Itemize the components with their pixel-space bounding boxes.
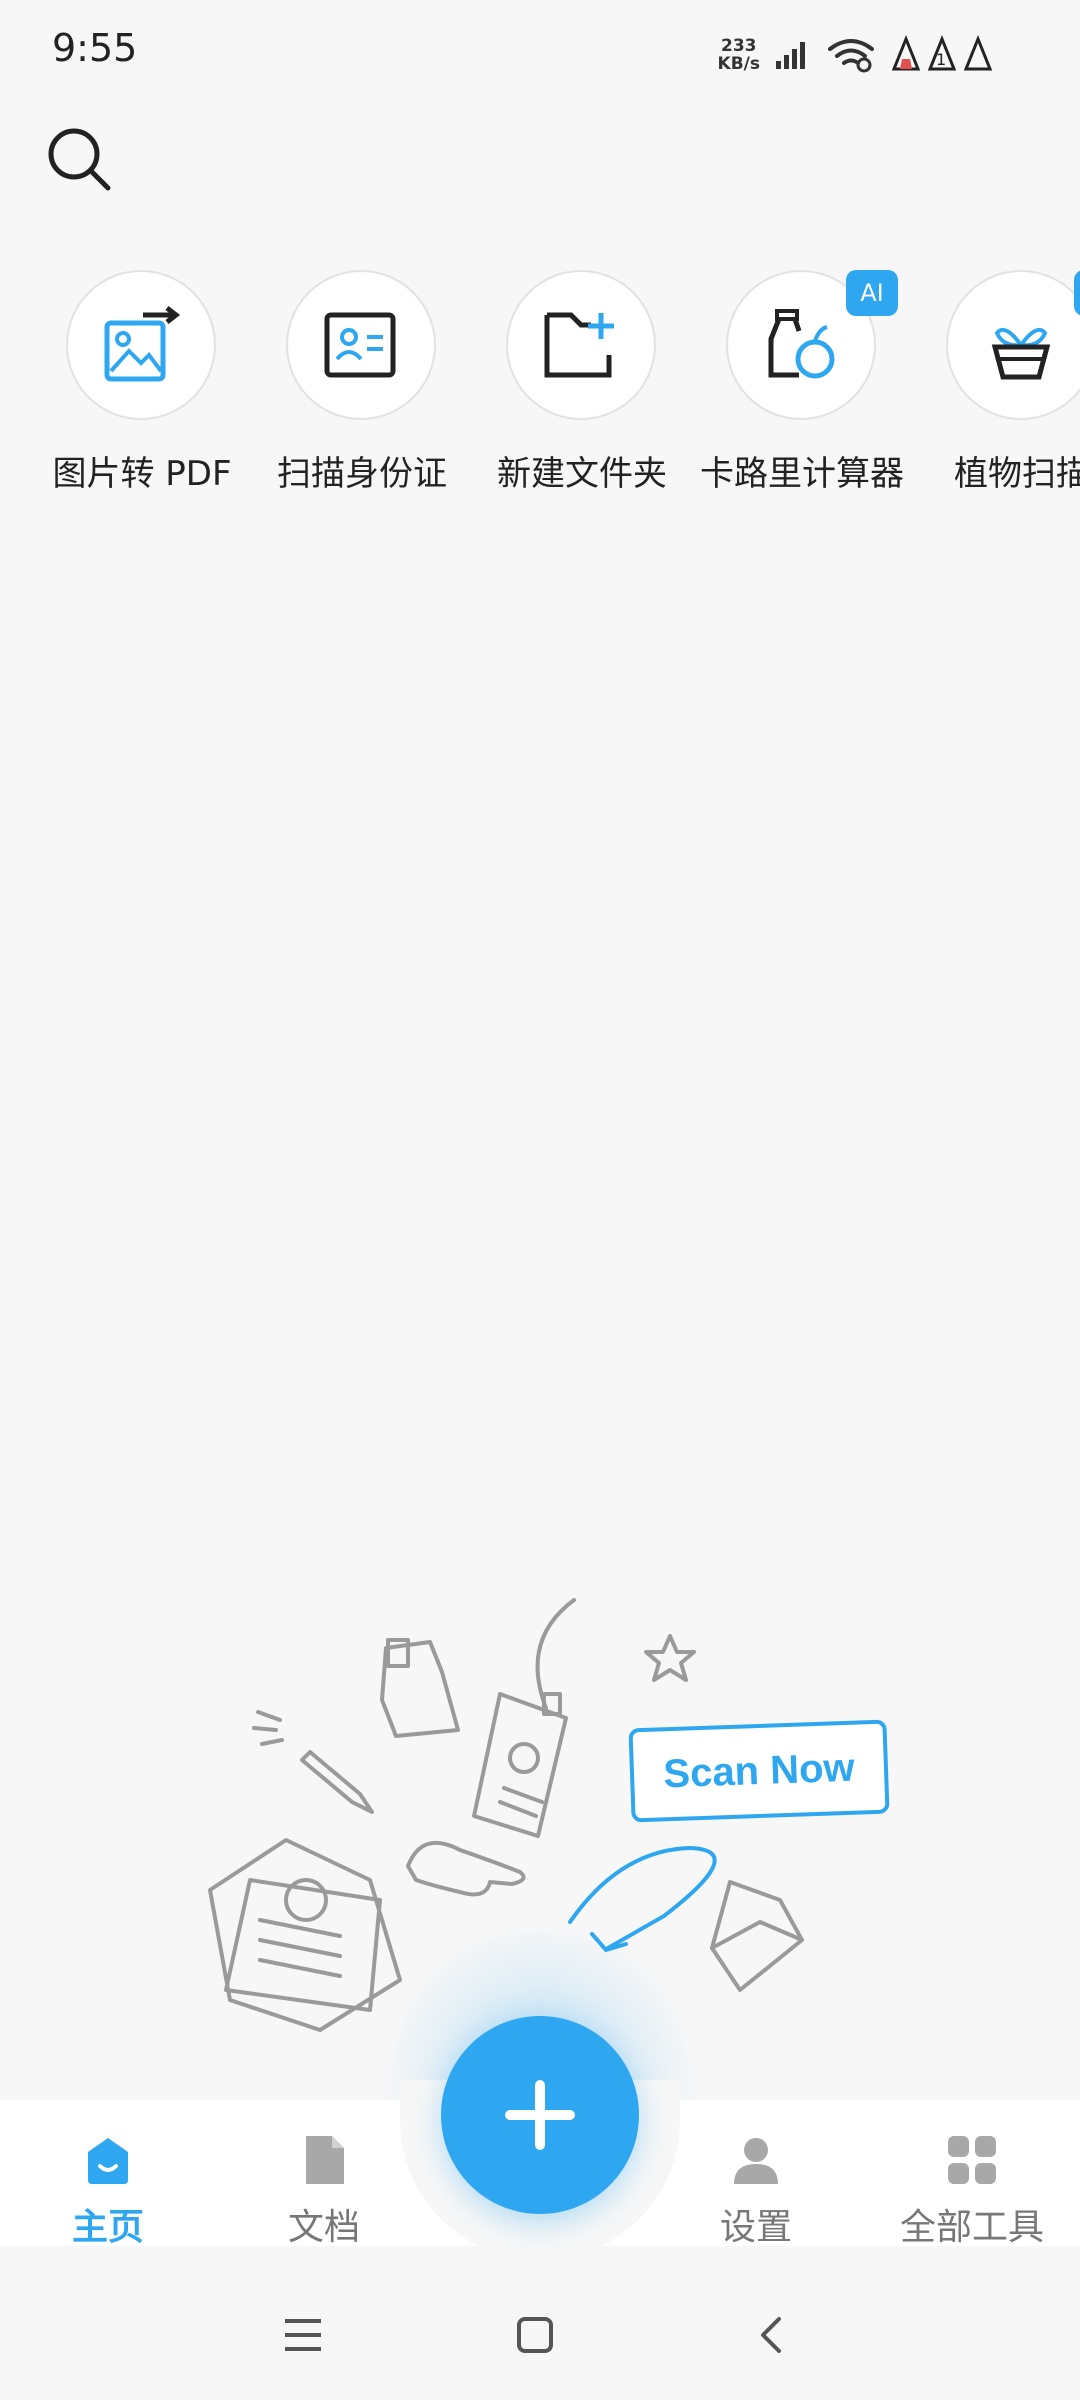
nav-label: 设置: [719, 2207, 792, 2248]
nav-home[interactable]: 主页: [18, 2130, 198, 2250]
network-speed-value: 233: [721, 36, 757, 56]
search-button[interactable]: [42, 122, 116, 196]
home-system-button[interactable]: [500, 2300, 570, 2370]
image-to-pdf-icon: [104, 306, 181, 382]
tool-plant-scan[interactable]: 植物扫描: [912, 268, 1080, 508]
tool-new-folder[interactable]: 新建文件夹: [472, 268, 692, 508]
tool-calorie-calculator[interactable]: AI 卡路里计算器: [692, 268, 912, 508]
tool-label: 卡路里计算器: [700, 454, 904, 494]
id-card-icon: [324, 312, 396, 378]
home-square-icon: [517, 2317, 553, 2353]
recent-apps-button[interactable]: [268, 2300, 338, 2370]
network-speed: 233 KB/s: [718, 37, 760, 73]
tool-icon-circle: [286, 270, 436, 420]
tool-icon-circle: [506, 270, 656, 420]
home-icon: [88, 2138, 128, 2184]
plus-icon: [505, 2080, 575, 2150]
system-nav-bar: [0, 2260, 1080, 2400]
scan-now-button[interactable]: Scan Now: [628, 1719, 890, 1823]
tool-label: 植物扫描: [954, 454, 1080, 494]
ai-badge-partial: [1074, 270, 1080, 316]
ai-badge: AI: [846, 270, 898, 316]
nav-label: 主页: [71, 2207, 144, 2248]
svg-text:1: 1: [936, 50, 946, 69]
status-time: 9:55: [52, 26, 138, 70]
nav-label: 全部工具: [899, 2207, 1044, 2248]
tool-label: 扫描身份证: [277, 454, 447, 494]
user-icon: [734, 2138, 778, 2184]
nav-all-tools[interactable]: 全部工具: [882, 2130, 1062, 2250]
document-icon: [306, 2136, 344, 2184]
status-icons: 233 KB/s 1: [718, 30, 1000, 80]
nav-settings[interactable]: 设置: [666, 2130, 846, 2250]
back-icon: [761, 2317, 781, 2353]
tool-label: 新建文件夹: [497, 454, 667, 494]
tool-scan-id-card[interactable]: 扫描身份证: [252, 268, 472, 508]
signal-icon: [776, 42, 805, 69]
search-icon: [48, 128, 111, 191]
nav-documents[interactable]: 文档: [234, 2130, 414, 2250]
new-folder-icon: [544, 312, 614, 378]
tree-notification-icon: 1: [891, 35, 993, 71]
wifi-icon: [828, 39, 874, 73]
tool-icon-circle: [946, 270, 1080, 420]
grid-icon: [948, 2136, 996, 2184]
quick-tools-row: 图片转 PDF 扫描身份证 新建文件夹 AI 卡路里计算器 植物扫描: [0, 268, 1080, 508]
tool-image-to-pdf[interactable]: 图片转 PDF: [32, 268, 252, 508]
nav-label: 文档: [287, 2207, 360, 2248]
plant-icon: [991, 328, 1051, 380]
tool-label: 图片转 PDF: [52, 454, 232, 494]
add-button[interactable]: [441, 2016, 639, 2214]
network-speed-unit: KB/s: [717, 54, 760, 74]
tool-icon-circle: [66, 270, 216, 420]
status-bar: 9:55 233 KB/s 1: [0, 0, 1080, 104]
back-button[interactable]: [736, 2300, 806, 2370]
calorie-icon: [768, 309, 835, 379]
menu-icon: [285, 2319, 321, 2351]
